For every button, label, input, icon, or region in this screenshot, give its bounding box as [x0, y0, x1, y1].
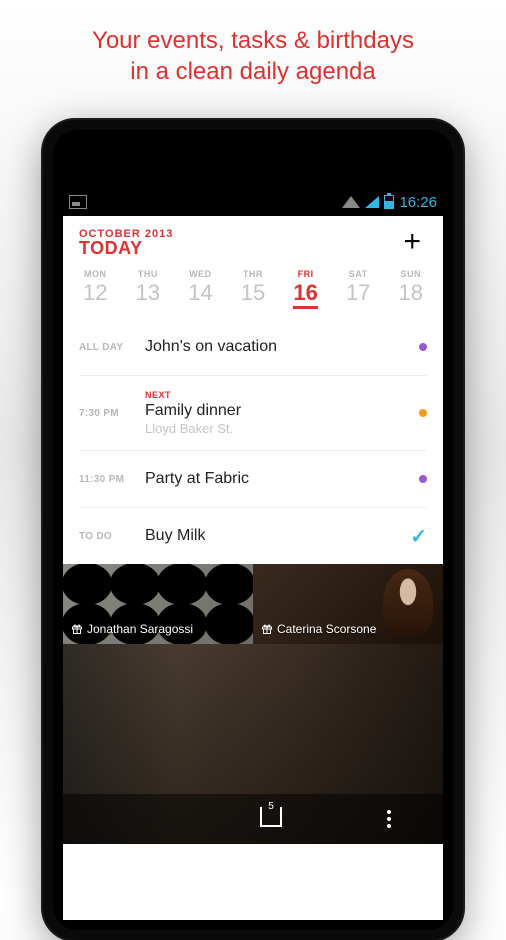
birthday-name-row: Caterina Scorsone	[261, 622, 376, 636]
today-label: TODAY	[79, 238, 173, 259]
event-subtitle: Lloyd Baker St.	[145, 421, 419, 436]
promo-headline: Your events, tasks & birthdays in a clea…	[0, 0, 506, 102]
day-number: 12	[69, 280, 122, 306]
event-title: Family dinner	[145, 402, 419, 420]
phone-screen: 16:26 OCTOBER 2013 TODAY + MON12THU13WED…	[63, 188, 443, 920]
recent-apps-button[interactable]: 5	[260, 811, 282, 827]
event-row[interactable]: TO DO Buy Milk ✓	[63, 508, 443, 564]
day-cell[interactable]: SAT17	[332, 269, 385, 309]
contact-photo	[383, 569, 433, 634]
event-body: John's on vacation	[145, 338, 419, 356]
day-of-week-label: WED	[174, 269, 227, 279]
event-time: 7:30 PM	[79, 408, 145, 419]
birthday-name-row: Jonathan Saragossi	[71, 622, 193, 636]
header-title-block[interactable]: OCTOBER 2013 TODAY	[79, 228, 173, 259]
day-cell[interactable]: FRI16	[279, 269, 332, 309]
recent-apps-icon	[260, 811, 282, 827]
day-cell[interactable]: MON12	[69, 269, 122, 309]
add-event-button[interactable]: +	[397, 228, 427, 256]
event-tag: NEXT	[145, 390, 419, 400]
promo-line-1: Your events, tasks & birthdays	[20, 25, 486, 56]
promo-line-2: in a clean daily agenda	[20, 56, 486, 87]
gift-icon	[71, 623, 83, 635]
event-row[interactable]: 11:30 PM Party at Fabric	[63, 451, 443, 507]
gift-icon	[261, 623, 273, 635]
image-notification-icon	[69, 195, 87, 209]
day-of-week-label: SAT	[332, 269, 385, 279]
day-cell[interactable]: SUN18	[384, 269, 437, 309]
check-icon[interactable]: ✓	[410, 524, 427, 549]
day-cell[interactable]: WED14	[174, 269, 227, 309]
day-of-week-label: FRI	[279, 269, 332, 279]
event-title: Party at Fabric	[145, 470, 419, 488]
events-list: ALL DAY John's on vacation 7:30 PM NEXT …	[63, 319, 443, 564]
event-title: John's on vacation	[145, 338, 419, 356]
event-time: 11:30 PM	[79, 474, 145, 485]
calendar-color-dot	[419, 475, 427, 483]
week-row: MON12THU13WED14THR15FRI16SAT17SUN18	[63, 265, 443, 319]
day-number: 17	[332, 280, 385, 306]
battery-icon	[384, 195, 394, 209]
wifi-icon	[342, 196, 360, 208]
birthday-name: Jonathan Saragossi	[87, 622, 193, 636]
birthday-strip: Jonathan Saragossi Caterina Scorsone	[63, 564, 443, 644]
event-title: Buy Milk	[145, 527, 410, 545]
event-body: NEXT Family dinner Lloyd Baker St.	[145, 390, 419, 436]
day-of-week-label: SUN	[384, 269, 437, 279]
birthday-name: Caterina Scorsone	[277, 622, 376, 636]
event-body: Party at Fabric	[145, 470, 419, 488]
event-time: ALL DAY	[79, 342, 145, 353]
day-number: 15	[227, 280, 280, 306]
birthday-card[interactable]: Jonathan Saragossi	[63, 564, 253, 644]
day-of-week-label: THU	[122, 269, 175, 279]
day-of-week-label: THR	[227, 269, 280, 279]
status-clock: 16:26	[399, 194, 437, 211]
event-time: TO DO	[79, 531, 145, 542]
day-cell[interactable]: THR15	[227, 269, 280, 309]
overflow-menu-button[interactable]	[387, 810, 391, 828]
app-header: OCTOBER 2013 TODAY +	[63, 216, 443, 265]
background-photo-area: 5	[63, 644, 443, 844]
event-body: Buy Milk	[145, 527, 410, 545]
event-row[interactable]: ALL DAY John's on vacation	[63, 319, 443, 375]
signal-icon	[365, 196, 379, 208]
day-number: 18	[384, 280, 437, 306]
birthday-card[interactable]: Caterina Scorsone	[253, 564, 443, 644]
calendar-color-dot	[419, 343, 427, 351]
calendar-app: OCTOBER 2013 TODAY + MON12THU13WED14THR1…	[63, 216, 443, 844]
day-of-week-label: MON	[69, 269, 122, 279]
day-number: 16	[293, 280, 317, 309]
status-bar: 16:26	[63, 188, 443, 216]
calendar-color-dot	[419, 409, 427, 417]
event-row[interactable]: 7:30 PM NEXT Family dinner Lloyd Baker S…	[63, 376, 443, 450]
day-number: 14	[174, 280, 227, 306]
android-nav-bar: 5	[63, 794, 443, 844]
day-cell[interactable]: THU13	[122, 269, 175, 309]
day-number: 13	[122, 280, 175, 306]
phone-frame: 16:26 OCTOBER 2013 TODAY + MON12THU13WED…	[43, 120, 463, 940]
